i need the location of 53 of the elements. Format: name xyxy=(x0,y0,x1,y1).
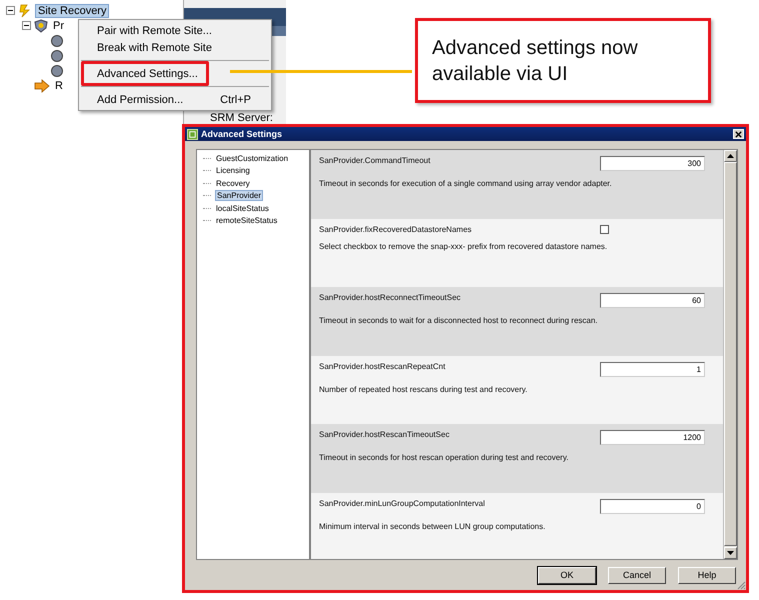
callout-text: Advanced settings now available via UI xyxy=(415,18,711,103)
lightning-icon xyxy=(18,4,32,18)
menu-item[interactable]: Add Permission... Ctrl+P xyxy=(79,91,271,108)
setting-name: SanProvider.CommandTimeout xyxy=(319,156,430,165)
close-icon xyxy=(735,130,742,138)
setting-description: Timeout in seconds for host rescan operation during test and recovery. xyxy=(319,453,570,462)
scroll-down-button[interactable] xyxy=(724,547,737,559)
window-title: Advanced Settings xyxy=(201,129,284,139)
menu-item[interactable]: Advanced Settings... xyxy=(79,65,271,82)
tree-item[interactable]: Pr xyxy=(51,20,66,32)
resize-grip[interactable] xyxy=(736,580,746,590)
arrow-icon xyxy=(34,78,50,92)
value-field[interactable]: 60 xyxy=(600,293,705,308)
scroll-up-button[interactable] xyxy=(724,150,737,162)
setting-description: Timeout in seconds to wait for a disconnected host to reconnect during rescan. xyxy=(319,316,599,325)
field-label: SRM Server: xyxy=(209,112,274,126)
menu-item[interactable]: Break with Remote Site xyxy=(79,39,271,56)
tree-item[interactable]: Site Recovery xyxy=(35,4,110,18)
category-item[interactable]: SanProvider xyxy=(215,190,264,202)
dialog-button[interactable]: Help xyxy=(678,566,736,584)
menu-item[interactable]: Pair with Remote Site... xyxy=(79,22,271,39)
category-item[interactable]: Recovery xyxy=(215,178,251,188)
setting-description: Select checkbox to remove the snap-xxx- prefix from recovered datastore names. xyxy=(319,242,608,250)
dialog-button[interactable]: Cancel xyxy=(608,566,666,584)
checkbox[interactable] xyxy=(600,224,609,234)
up-arrow-icon xyxy=(727,154,734,158)
down-arrow-icon xyxy=(727,551,734,555)
category-item[interactable]: remoteSiteStatus xyxy=(215,216,278,226)
collapse-icon[interactable] xyxy=(22,21,31,30)
setting-name: SanProvider.hostReconnectTimeoutSec xyxy=(319,293,461,302)
disk-icon xyxy=(50,64,64,78)
setting-name: SanProvider.fixRecoveredDatastoreNames xyxy=(319,224,472,234)
value-field[interactable]: 0 xyxy=(600,498,705,514)
value-field[interactable]: 1200 xyxy=(600,430,705,445)
tree-item[interactable]: R xyxy=(53,80,65,92)
setting-description: Timeout in seconds for execution of a single command using array vendor adapter. xyxy=(319,179,613,188)
category-item[interactable]: Licensing xyxy=(215,166,251,176)
disk-icon xyxy=(50,48,64,62)
disk-icon xyxy=(50,34,64,48)
category-item[interactable]: localSiteStatus xyxy=(215,204,270,213)
setting-description: Minimum interval in seconds between LUN group computations. xyxy=(319,522,546,530)
category-item[interactable]: GuestCustomization xyxy=(215,154,290,163)
setting-name: SanProvider.minLunGroupComputationInterval xyxy=(319,498,485,508)
value-field[interactable]: 1 xyxy=(600,362,705,376)
close-button[interactable] xyxy=(733,129,744,139)
shield-icon xyxy=(34,18,48,32)
setting-name: SanProvider.hostRescanTimeoutSec xyxy=(319,430,450,439)
value-field[interactable]: 300 xyxy=(600,156,705,171)
collapse-icon[interactable] xyxy=(6,6,15,15)
app-icon xyxy=(187,128,198,140)
dialog-button[interactable]: OK xyxy=(538,566,596,584)
setting-description: Number of repeated host rescans during test and recovery. xyxy=(319,384,528,394)
setting-name: SanProvider.hostRescanRepeatCnt xyxy=(319,362,446,370)
